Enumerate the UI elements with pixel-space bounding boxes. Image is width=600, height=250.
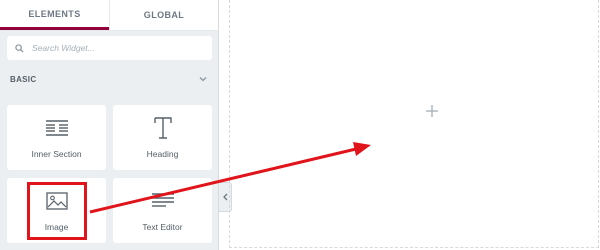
widget-label: Text Editor xyxy=(142,222,183,232)
inner-section-icon xyxy=(45,120,68,136)
widget-text-editor[interactable]: Text Editor xyxy=(113,178,212,243)
panel-tabs: ELEMENTS GLOBAL xyxy=(0,0,219,30)
widget-label: Inner Section xyxy=(31,149,82,159)
widget-inner-section[interactable]: Inner Section xyxy=(7,105,106,170)
widget-heading[interactable]: Heading xyxy=(113,105,212,170)
section-title: BASIC xyxy=(10,74,37,84)
search-box[interactable] xyxy=(7,36,212,60)
section-header-basic[interactable]: BASIC xyxy=(0,66,219,92)
chevron-left-icon xyxy=(222,193,227,201)
plus-icon[interactable] xyxy=(425,104,439,118)
heading-icon xyxy=(153,117,172,139)
tab-global[interactable]: GLOBAL xyxy=(109,0,218,30)
tab-elements[interactable]: ELEMENTS xyxy=(0,0,109,30)
widget-panel: ELEMENTS GLOBAL BASIC xyxy=(0,0,219,250)
search-icon xyxy=(15,43,24,53)
editor-canvas[interactable] xyxy=(229,0,599,248)
widget-label: Heading xyxy=(146,149,179,159)
chevron-down-icon xyxy=(199,77,207,82)
search-input[interactable] xyxy=(30,42,204,54)
image-widget-highlight xyxy=(27,182,87,240)
text-editor-icon xyxy=(151,193,174,207)
tab-divider xyxy=(0,30,219,31)
